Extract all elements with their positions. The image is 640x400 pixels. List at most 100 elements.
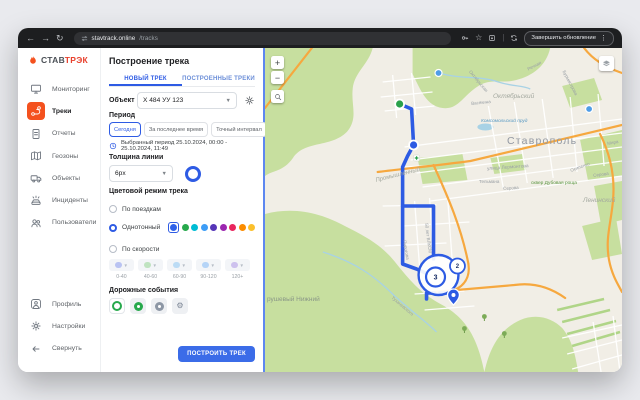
color-swatch[interactable] [220,224,227,231]
url-path: /tracks [139,35,158,42]
sidebar-item-incident[interactable]: Инциденты [18,189,100,211]
color-swatch[interactable] [182,224,189,231]
road-event-type-2-toggle[interactable] [130,298,146,314]
chevron-down-icon: ▼ [124,263,128,268]
gear-icon [27,317,45,335]
sidebar-footer-menu: Профиль Настройки Свернуть [18,293,100,360]
radio-icon [109,245,117,253]
sidebar-item-monitor[interactable]: Мониторинг [18,78,100,100]
object-settings-button[interactable] [244,95,255,106]
app-logo[interactable]: СТАВТРЭК [28,54,88,66]
radio-by-speed[interactable]: По скорости [109,245,255,253]
password-key-icon[interactable] [461,29,469,47]
speed-range-label: 120+ [232,274,244,280]
speed-color-select[interactable]: ▼ [138,259,163,271]
speed-color-dot [202,262,209,269]
sidebar-item-route[interactable]: Треки [18,100,100,122]
event-ring-icon [112,301,122,311]
address-bar[interactable]: stavtrack.online/tracks [74,32,452,45]
sidebar-item-geozone[interactable]: Геозоны [18,145,100,167]
build-track-button[interactable]: ПОСТРОИТЬ ТРЕК [178,346,255,362]
flame-logo-icon [28,54,38,66]
zoom-out-button[interactable]: − [271,71,284,84]
object-field-row: Объект Х 484 УУ 123 ▼ [109,92,255,109]
map[interactable]: 23 СтавропольОктябрьскийЛенинскийПромышл… [265,48,622,372]
object-select[interactable]: Х 484 УУ 123 ▼ [137,92,237,109]
radio-solid-color[interactable]: Однотонный [109,222,255,233]
speed-color-dot [173,262,180,269]
install-app-icon[interactable] [488,29,496,47]
period-option-0[interactable]: Сегодня [109,122,141,137]
sync-icon[interactable] [510,29,518,47]
map-base-tiles [265,48,622,372]
tab-new-track[interactable]: НОВЫЙ ТРЕК [109,73,182,86]
profile-icon [27,295,45,313]
map-label: Тельмана [479,180,499,185]
zoom-in-button[interactable]: + [271,56,284,69]
color-swatch[interactable] [191,224,198,231]
color-swatch[interactable] [210,224,217,231]
url-host: stavtrack.online [92,35,136,42]
truck-icon [27,169,45,187]
event-circle-icon [155,302,164,311]
thickness-label: Толщина линии [109,154,255,161]
sidebar-item-report[interactable]: Отчеты [18,123,100,145]
bookmark-star-icon[interactable]: ☆ [475,34,482,42]
speed-color-dot [115,262,122,269]
radio-label: По поездкам [122,206,161,213]
speed-color-select[interactable]: ▼ [225,259,250,271]
speed-range-0-40: ▼0-40 [109,259,134,280]
sidebar-item-profile[interactable]: Профиль [18,293,100,315]
forward-icon[interactable]: → [41,34,50,43]
radio-by-trips[interactable]: По поездкам [109,205,255,213]
sidebar-item-label: Отчеты [52,130,76,137]
period-option-1[interactable]: За последнее время [144,122,208,137]
period-option-2[interactable]: Точный интервал [211,122,267,137]
map-label: Октябрьский [493,94,534,101]
speed-range-label: 40-60 [144,274,157,280]
sidebar-item-label: Настройки [52,323,85,330]
sidebar-item-label: Геозоны [52,153,78,160]
logo-text: СТАВТРЭК [41,55,88,65]
chevron-down-icon: ▼ [240,263,244,268]
reload-icon[interactable]: ↻ [56,34,64,43]
sidebar-item-label: Пользователи [52,219,96,226]
map-label: рушевый Нижний [267,297,320,304]
radio-label: По скорости [122,246,160,253]
color-swatch[interactable] [170,224,177,231]
road-event-type-1-toggle[interactable] [109,298,125,314]
back-icon[interactable]: ← [26,34,35,43]
road-events-toggles: ⚙ [109,298,255,314]
app-content: СТАВТРЭК МониторингТреки Отчеты Геозоны Объ… [18,48,622,372]
speed-color-select[interactable]: ▼ [196,259,221,271]
thickness-select[interactable]: 6px ▼ [109,165,173,182]
map-layers-button[interactable] [599,56,614,71]
search-icon [274,93,282,101]
speed-color-select[interactable]: ▼ [167,259,192,271]
period-label: Период [109,112,255,119]
monitor-icon [27,80,45,98]
finish-update-button[interactable]: Завершить обновление ⋮ [524,31,614,46]
speed-range-label: 90-120 [200,274,216,280]
clock-icon [109,142,117,150]
sidebar-item-truck[interactable]: Объекты [18,167,100,189]
sidebar-item-collapse[interactable]: Свернуть [18,338,100,360]
sidebar-item-users[interactable]: Пользователи [18,212,100,234]
road-event-type-3-toggle[interactable] [151,298,167,314]
sidebar-item-label: Инциденты [52,197,88,204]
tab-built-tracks[interactable]: ПОСТРОЕННЫЕ ТРЕКИ [182,73,255,86]
color-swatch[interactable] [229,224,236,231]
color-swatch[interactable] [248,224,255,231]
road-event-type-4-toggle[interactable]: ⚙ [172,298,188,314]
browser-menu-icon[interactable]: ⋮ [600,35,607,42]
radio-icon [109,224,117,232]
color-swatch[interactable] [239,224,246,231]
browser-window: ← → ↻ stavtrack.online/tracks ☆ | Заверш… [18,28,622,372]
sidebar-item-gear[interactable]: Настройки [18,315,100,337]
color-swatch[interactable] [201,224,208,231]
map-label: Ленинский [583,198,615,205]
period-options: СегодняЗа последнее времяТочный интервал [109,122,255,137]
speed-color-select[interactable]: ▼ [109,259,134,271]
map-search-button[interactable] [271,90,284,103]
sidebar-menu: МониторингТреки Отчеты Геозоны Объекты Инцид… [18,78,100,234]
